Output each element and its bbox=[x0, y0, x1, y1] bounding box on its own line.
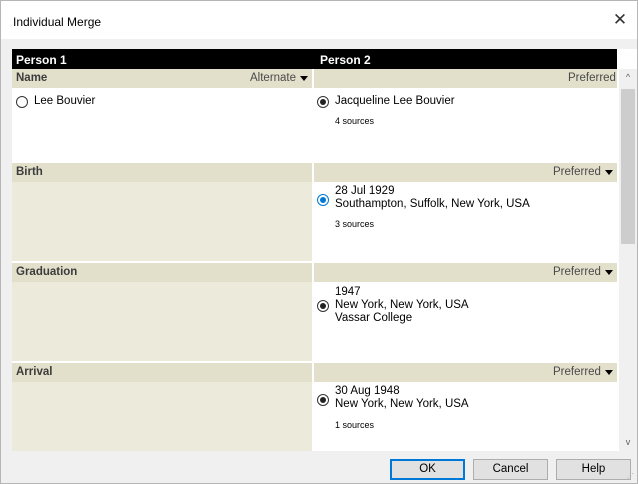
cancel-button[interactable]: Cancel bbox=[473, 459, 548, 480]
preferred-label: Preferred bbox=[568, 72, 616, 84]
sources-count: 1 sources bbox=[335, 420, 375, 430]
ok-button[interactable]: OK bbox=[390, 459, 465, 480]
person2-birth-cell: 28 Jul 1929 Southampton, Suffolk, New Yo… bbox=[314, 182, 617, 261]
arrival-date: 30 Aug 1948 bbox=[335, 385, 400, 397]
section-header-name: Name Alternate Preferred bbox=[12, 69, 617, 88]
birth-date: 28 Jul 1929 bbox=[335, 185, 395, 197]
section-header-arrival: Arrival Preferred bbox=[12, 363, 617, 382]
chevron-down-icon[interactable] bbox=[605, 270, 613, 275]
chevron-down-icon[interactable] bbox=[605, 170, 613, 175]
alternate-dropdown[interactable]: Alternate bbox=[250, 72, 296, 84]
individual-merge-dialog: Individual Merge ✕ Person 1 Person 2 Nam… bbox=[0, 0, 638, 484]
person2-birth-radio[interactable] bbox=[317, 194, 329, 206]
person2-arrival-radio[interactable] bbox=[317, 394, 329, 406]
title-bar: Individual Merge ✕ bbox=[1, 1, 637, 39]
person2-graduation-radio[interactable] bbox=[317, 300, 329, 312]
person2-name-radio[interactable] bbox=[317, 96, 329, 108]
person1-header: Person 1 bbox=[16, 53, 67, 67]
section-arrival: Arrival Preferred 30 Aug 1948 New York, … bbox=[12, 363, 617, 451]
person1-graduation-cell bbox=[12, 282, 312, 361]
section-label: Name bbox=[16, 72, 48, 84]
column-headers: Person 1 Person 2 bbox=[12, 49, 617, 69]
person1-birth-cell bbox=[12, 182, 312, 261]
person2-arrival-cell: 30 Aug 1948 New York, New York, USA 1 so… bbox=[314, 382, 617, 451]
arrival-place: New York, New York, USA bbox=[335, 398, 469, 410]
chevron-up-icon[interactable]: ^ bbox=[619, 69, 637, 86]
person2-name-value: Jacqueline Lee Bouvier bbox=[335, 95, 455, 107]
section-header-graduation: Graduation Preferred bbox=[12, 263, 617, 282]
graduation-institution: Vassar College bbox=[335, 312, 413, 324]
graduation-place: New York, New York, USA bbox=[335, 299, 469, 311]
person1-name-radio[interactable] bbox=[16, 96, 28, 108]
resize-grip-icon[interactable]: ⋰ bbox=[627, 473, 635, 481]
section-label: Graduation bbox=[16, 266, 78, 278]
dialog-title: Individual Merge bbox=[13, 15, 102, 29]
graduation-date: 1947 bbox=[335, 286, 361, 298]
merge-grid: Person 1 Person 2 Name Alternate Preferr… bbox=[12, 49, 637, 451]
scrollbar-thumb[interactable] bbox=[621, 89, 635, 244]
section-label: Birth bbox=[16, 166, 43, 178]
section-header-birth: Birth Preferred bbox=[12, 163, 617, 182]
person1-name-value: Lee Bouvier bbox=[34, 95, 96, 107]
section-name: Name Alternate Preferred Lee Bouvier Jac… bbox=[12, 69, 617, 161]
chevron-down-icon[interactable] bbox=[605, 370, 613, 375]
vertical-scrollbar[interactable]: ^ v bbox=[619, 69, 637, 451]
person2-name-cell: Jacqueline Lee Bouvier 4 sources bbox=[314, 88, 617, 161]
preferred-dropdown[interactable]: Preferred bbox=[553, 266, 601, 278]
preferred-dropdown[interactable]: Preferred bbox=[553, 366, 601, 378]
preferred-dropdown[interactable]: Preferred bbox=[553, 166, 601, 178]
section-graduation: Graduation Preferred 1947 New York, New … bbox=[12, 263, 617, 361]
close-icon[interactable]: ✕ bbox=[609, 9, 631, 31]
person1-name-cell: Lee Bouvier bbox=[12, 88, 312, 161]
chevron-down-icon[interactable]: v bbox=[619, 434, 637, 451]
birth-place: Southampton, Suffolk, New York, USA bbox=[335, 198, 530, 210]
chevron-down-icon[interactable] bbox=[300, 76, 308, 81]
section-birth: Birth Preferred 28 Jul 1929 Southampton,… bbox=[12, 163, 617, 261]
sources-count: 4 sources bbox=[335, 116, 375, 126]
person2-graduation-cell: 1947 New York, New York, USA Vassar Coll… bbox=[314, 282, 617, 361]
help-button[interactable]: Help bbox=[556, 459, 631, 480]
section-label: Arrival bbox=[16, 366, 53, 378]
person1-arrival-cell bbox=[12, 382, 312, 451]
person2-header: Person 2 bbox=[320, 53, 371, 67]
sources-count: 3 sources bbox=[335, 219, 375, 229]
